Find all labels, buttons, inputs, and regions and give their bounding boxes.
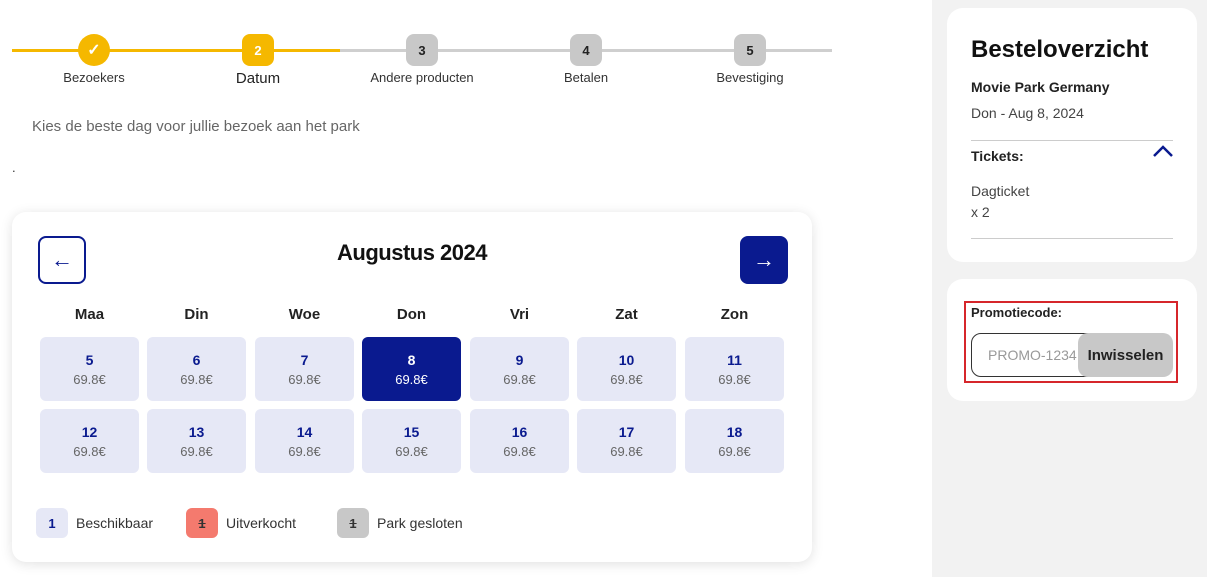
legend-closed-swatch: 1 [337,508,369,538]
day-number: 15 [403,423,420,440]
calendar-day[interactable]: 6 69.8€ [147,337,246,401]
step-andere-producten[interactable]: 3 Andere producten [340,34,504,85]
step-bevestiging[interactable]: 5 Bevestiging [668,34,832,85]
arrow-right-icon: → [753,247,775,272]
day-number: 7 [300,351,309,368]
calendar-day[interactable]: 13 69.8€ [147,409,246,473]
intro-text: Kies de beste dag voor jullie bezoek aan… [32,118,360,135]
day-number: 13 [188,423,205,440]
stray-dot: . [12,160,16,175]
day-price: 69.8€ [503,371,536,387]
day-number: 8 [407,351,416,368]
legend-closed-label: Park gesloten [377,515,463,531]
step-number: 5 [734,34,766,66]
calendar-day[interactable]: 9 69.8€ [470,337,569,401]
day-number: 11 [727,351,742,368]
calendar-day[interactable]: 5 69.8€ [40,337,139,401]
day-price: 69.8€ [503,443,536,459]
step-datum[interactable]: 2 Datum [176,34,340,87]
day-price: 69.8€ [610,443,643,459]
calendar-day[interactable]: 16 69.8€ [470,409,569,473]
next-month-button[interactable]: → [740,236,788,284]
day-price: 69.8€ [73,371,106,387]
calendar-day[interactable]: 11 69.8€ [685,337,784,401]
day-price: 69.8€ [288,443,321,459]
calendar-day[interactable]: 14 69.8€ [255,409,354,473]
weekday-header: Maa [74,306,105,323]
divider [971,238,1173,239]
step-betalen[interactable]: 4 Betalen [504,34,668,85]
weekday-header: Din [184,306,209,323]
day-price: 69.8€ [395,443,428,459]
day-number: 12 [81,423,98,440]
calendar-card: ← Augustus 2024 → Maa Din Woe Don Vri Za… [12,212,812,562]
legend-available-label: Beschikbaar [76,515,154,531]
ticket-name: Dagticket [971,183,1030,199]
summary-date: Don - Aug 8, 2024 [971,105,1084,121]
step-label: Betalen [563,70,609,85]
page: ✓ Bezoekers 2 Datum 3 Andere producten 4… [0,0,1207,577]
promo-card: Promotiecode: Inwisselen [947,279,1197,401]
ticket-quantity: x 2 [971,204,990,220]
order-summary-card: Besteloverzicht Movie Park Germany Don -… [947,8,1197,262]
calendar-day[interactable]: 10 69.8€ [577,337,676,401]
step-label: Andere producten [370,70,474,85]
calendar-day-selected[interactable]: 8 69.8€ [362,337,461,401]
step-number: 3 [406,34,438,66]
day-number: 18 [726,423,743,440]
progress-stepper: ✓ Bezoekers 2 Datum 3 Andere producten 4… [12,34,832,90]
day-price: 69.8€ [718,443,751,459]
day-price: 69.8€ [610,371,643,387]
summary-park-name: Movie Park Germany [971,79,1110,95]
summary-title: Besteloverzicht [971,36,1149,63]
step-label: Bezoekers [63,70,125,85]
step-label: Bevestiging [716,70,784,85]
calendar-day[interactable]: 17 69.8€ [577,409,676,473]
chevron-up-icon[interactable] [1152,144,1174,158]
day-number: 6 [192,351,201,368]
day-price: 69.8€ [73,443,106,459]
weekday-header: Zon [720,306,749,323]
day-number: 17 [618,423,635,440]
step-bezoekers[interactable]: ✓ Bezoekers [12,34,176,85]
day-price: 69.8€ [288,371,321,387]
day-price: 69.8€ [718,371,751,387]
calendar-day[interactable]: 15 69.8€ [362,409,461,473]
calendar-day[interactable]: 12 69.8€ [40,409,139,473]
day-price: 69.8€ [180,371,213,387]
weekday-header: Zat [615,306,638,323]
day-number: 9 [515,351,524,368]
day-number: 10 [618,351,635,368]
promo-label: Promotiecode: [971,305,1063,320]
day-number: 14 [296,423,313,440]
tickets-heading: Tickets: [971,148,1024,164]
calendar-day[interactable]: 7 69.8€ [255,337,354,401]
day-number: 5 [85,351,94,368]
step-number: 2 [242,34,274,66]
day-price: 69.8€ [395,371,428,387]
month-title: Augustus 2024 [337,240,488,265]
legend-available-swatch: 1 [36,508,68,538]
legend-sold-out-swatch: 1 [186,508,218,538]
redeem-button[interactable]: Inwisselen [1078,333,1173,377]
day-price: 69.8€ [180,443,213,459]
checkmark-icon: ✓ [78,34,110,66]
day-number: 16 [511,423,528,440]
weekday-header: Vri [509,306,530,323]
step-label: Datum [235,70,281,87]
legend-sold-out-label: Uitverkocht [226,515,297,531]
divider [971,140,1173,141]
weekday-header: Don [396,306,427,323]
step-number: 4 [570,34,602,66]
calendar-day[interactable]: 18 69.8€ [685,409,784,473]
weekday-header: Woe [288,306,321,323]
